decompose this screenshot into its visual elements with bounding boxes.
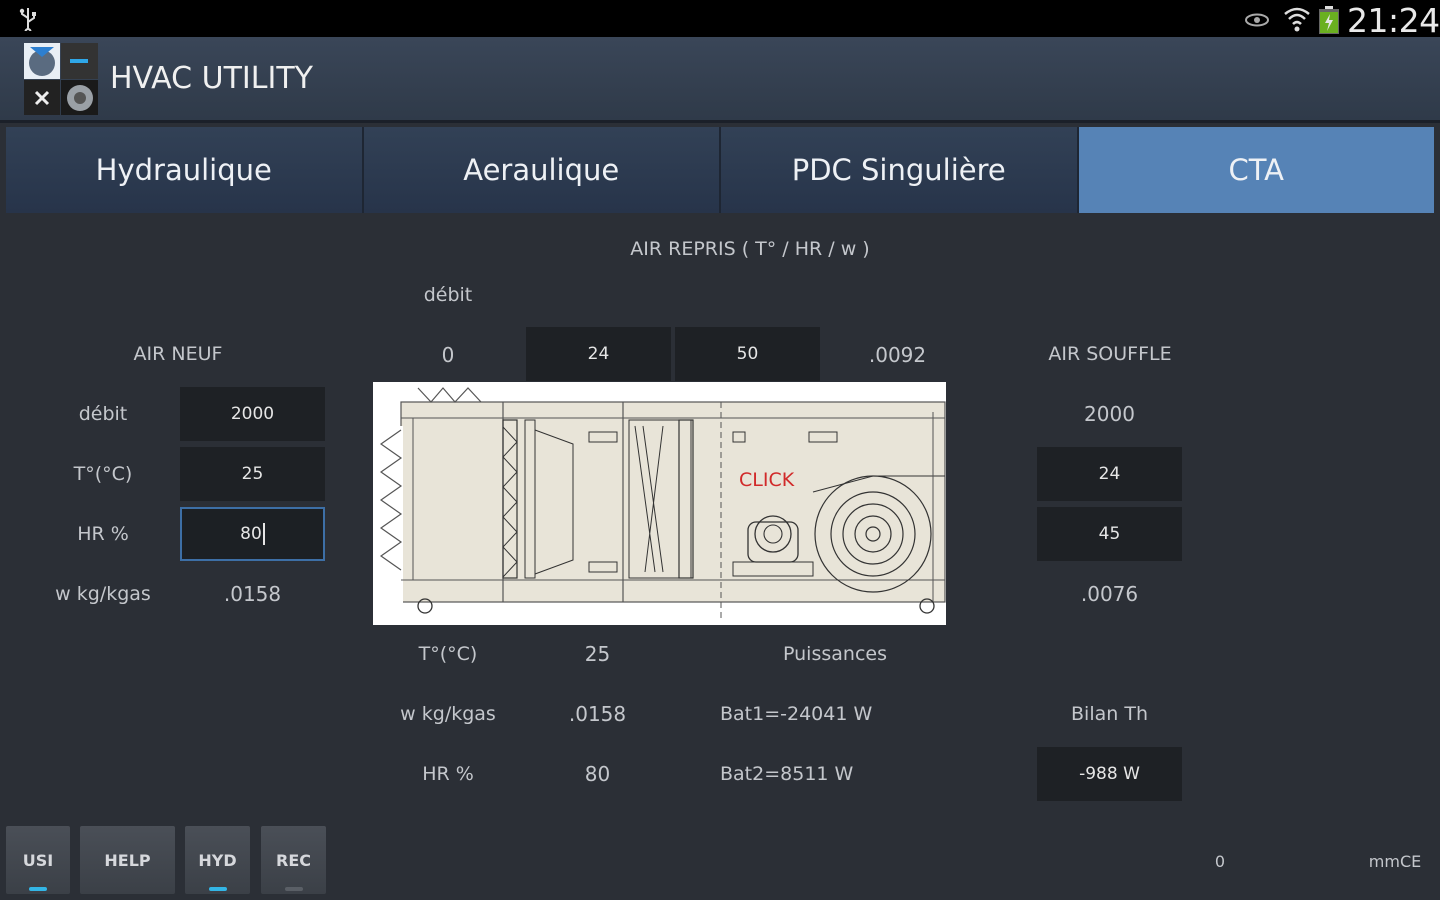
usi-indicator	[29, 887, 47, 891]
mix-hr-value: 80	[584, 762, 611, 786]
battery-icon	[1319, 6, 1339, 34]
tab-hydraulique[interactable]: Hydraulique	[6, 127, 364, 213]
air-neuf-hr-text: 80	[240, 524, 262, 544]
air-repris-hr-input[interactable]: 50	[675, 327, 820, 381]
text-caret	[262, 523, 265, 545]
bat2-value: Bat2=8511 W	[720, 763, 854, 785]
rec-button-label: REC	[276, 850, 311, 870]
air-neuf-w-label: w kg/kgas	[55, 583, 151, 605]
air-repris-debit-value: 0	[441, 343, 455, 367]
air-neuf-debit-label: débit	[78, 403, 128, 425]
air-neuf-hr-input[interactable]: 80	[180, 507, 325, 561]
mix-temp-label: T°(°C)	[418, 643, 478, 665]
action-bar: HVAC UTILITY	[0, 37, 1440, 123]
mix-hr-label: HR %	[422, 763, 474, 785]
pressure-value: 0	[1214, 852, 1226, 871]
tab-aeraulique[interactable]: Aeraulique	[363, 127, 721, 213]
wifi-signal-icon	[1284, 7, 1310, 32]
air-neuf-temp-label: T°(°C)	[73, 463, 133, 485]
app-logo-icon[interactable]	[24, 43, 98, 115]
help-button-label: HELP	[104, 850, 151, 870]
air-souffle-hr-field[interactable]: 45	[1037, 507, 1182, 561]
tab-cta[interactable]: CTA	[1078, 127, 1434, 213]
hyd-button[interactable]: HYD	[185, 826, 250, 894]
air-neuf-debit-input[interactable]: 2000	[180, 387, 325, 441]
air-repris-temp-input[interactable]: 24	[526, 327, 671, 381]
mix-w-label: w kg/kgas	[400, 703, 496, 725]
clock: 21:24	[1347, 1, 1440, 40]
air-neuf-temp-input[interactable]: 25	[180, 447, 325, 501]
air-repris-debit-label: débit	[423, 284, 473, 306]
usi-button-label: USI	[22, 850, 54, 870]
bilan-title: Bilan Th	[1071, 703, 1148, 725]
cta-diagram[interactable]: CLICK	[373, 382, 946, 625]
mix-temp-value: 25	[584, 642, 611, 666]
help-button[interactable]: HELP	[80, 826, 175, 894]
tab-bar: Hydraulique Aeraulique PDC Singulière CT…	[6, 127, 1434, 213]
air-neuf-title: AIR NEUF	[133, 343, 223, 365]
usi-button[interactable]: USI	[6, 826, 70, 894]
air-souffle-debit-value: 2000	[1084, 402, 1135, 426]
air-souffle-w-value: .0076	[1080, 582, 1139, 606]
eye-icon	[1245, 13, 1269, 27]
tab-pdc-singuliere[interactable]: PDC Singulière	[721, 127, 1079, 213]
click-label: CLICK	[739, 469, 795, 491]
mix-w-value: .0158	[568, 702, 627, 726]
usb-icon	[19, 8, 36, 31]
air-neuf-hr-label: HR %	[77, 523, 129, 545]
air-repris-header: AIR REPRIS ( T° / HR / w )	[630, 238, 870, 260]
air-neuf-w-value: .0158	[223, 582, 282, 606]
air-repris-w-value: .0092	[868, 343, 927, 367]
hyd-indicator	[208, 887, 227, 891]
bat1-value: Bat1=-24041 W	[720, 703, 873, 725]
hyd-button-label: HYD	[198, 850, 237, 870]
air-souffle-title: AIR SOUFFLE	[1048, 343, 1172, 365]
rec-indicator	[284, 887, 303, 891]
air-souffle-temp-field[interactable]: 24	[1037, 447, 1182, 501]
app-title: HVAC UTILITY	[110, 61, 313, 96]
status-bar: 21:24	[0, 0, 1440, 40]
rec-button[interactable]: REC	[261, 826, 326, 894]
bilan-value-field: -988 W	[1037, 747, 1182, 801]
puissances-title: Puissances	[783, 643, 887, 665]
pressure-unit: mmCE	[1368, 852, 1422, 871]
